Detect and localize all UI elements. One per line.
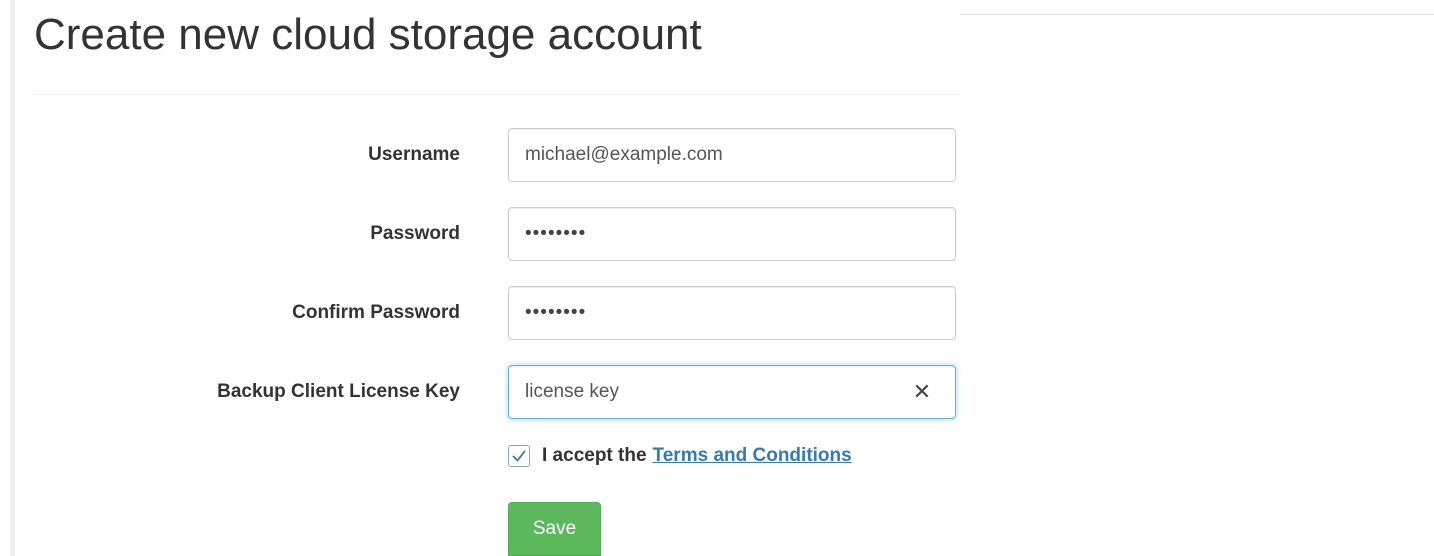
terms-link[interactable]: Terms and Conditions [653, 445, 852, 467]
header-divider [34, 94, 960, 95]
terms-text: I accept the [542, 445, 647, 466]
username-input[interactable] [508, 128, 956, 182]
password-label: Password [370, 223, 460, 244]
username-label: Username [368, 144, 460, 165]
save-button[interactable]: Save [508, 502, 601, 556]
top-rule [960, 14, 1434, 15]
password-input[interactable] [508, 207, 956, 261]
terms-row: I accept the Terms and Conditions [508, 440, 852, 472]
left-border [10, 0, 15, 556]
page-title: Create new cloud storage account [34, 10, 702, 59]
confirm-password-input[interactable] [508, 286, 956, 340]
confirm-password-label: Confirm Password [292, 302, 460, 323]
license-key-label: Backup Client License Key [217, 381, 460, 402]
license-key-input[interactable] [508, 365, 956, 419]
close-icon[interactable]: ✕ [906, 376, 938, 408]
checkmark-icon [512, 450, 526, 462]
terms-checkbox[interactable] [508, 445, 530, 467]
